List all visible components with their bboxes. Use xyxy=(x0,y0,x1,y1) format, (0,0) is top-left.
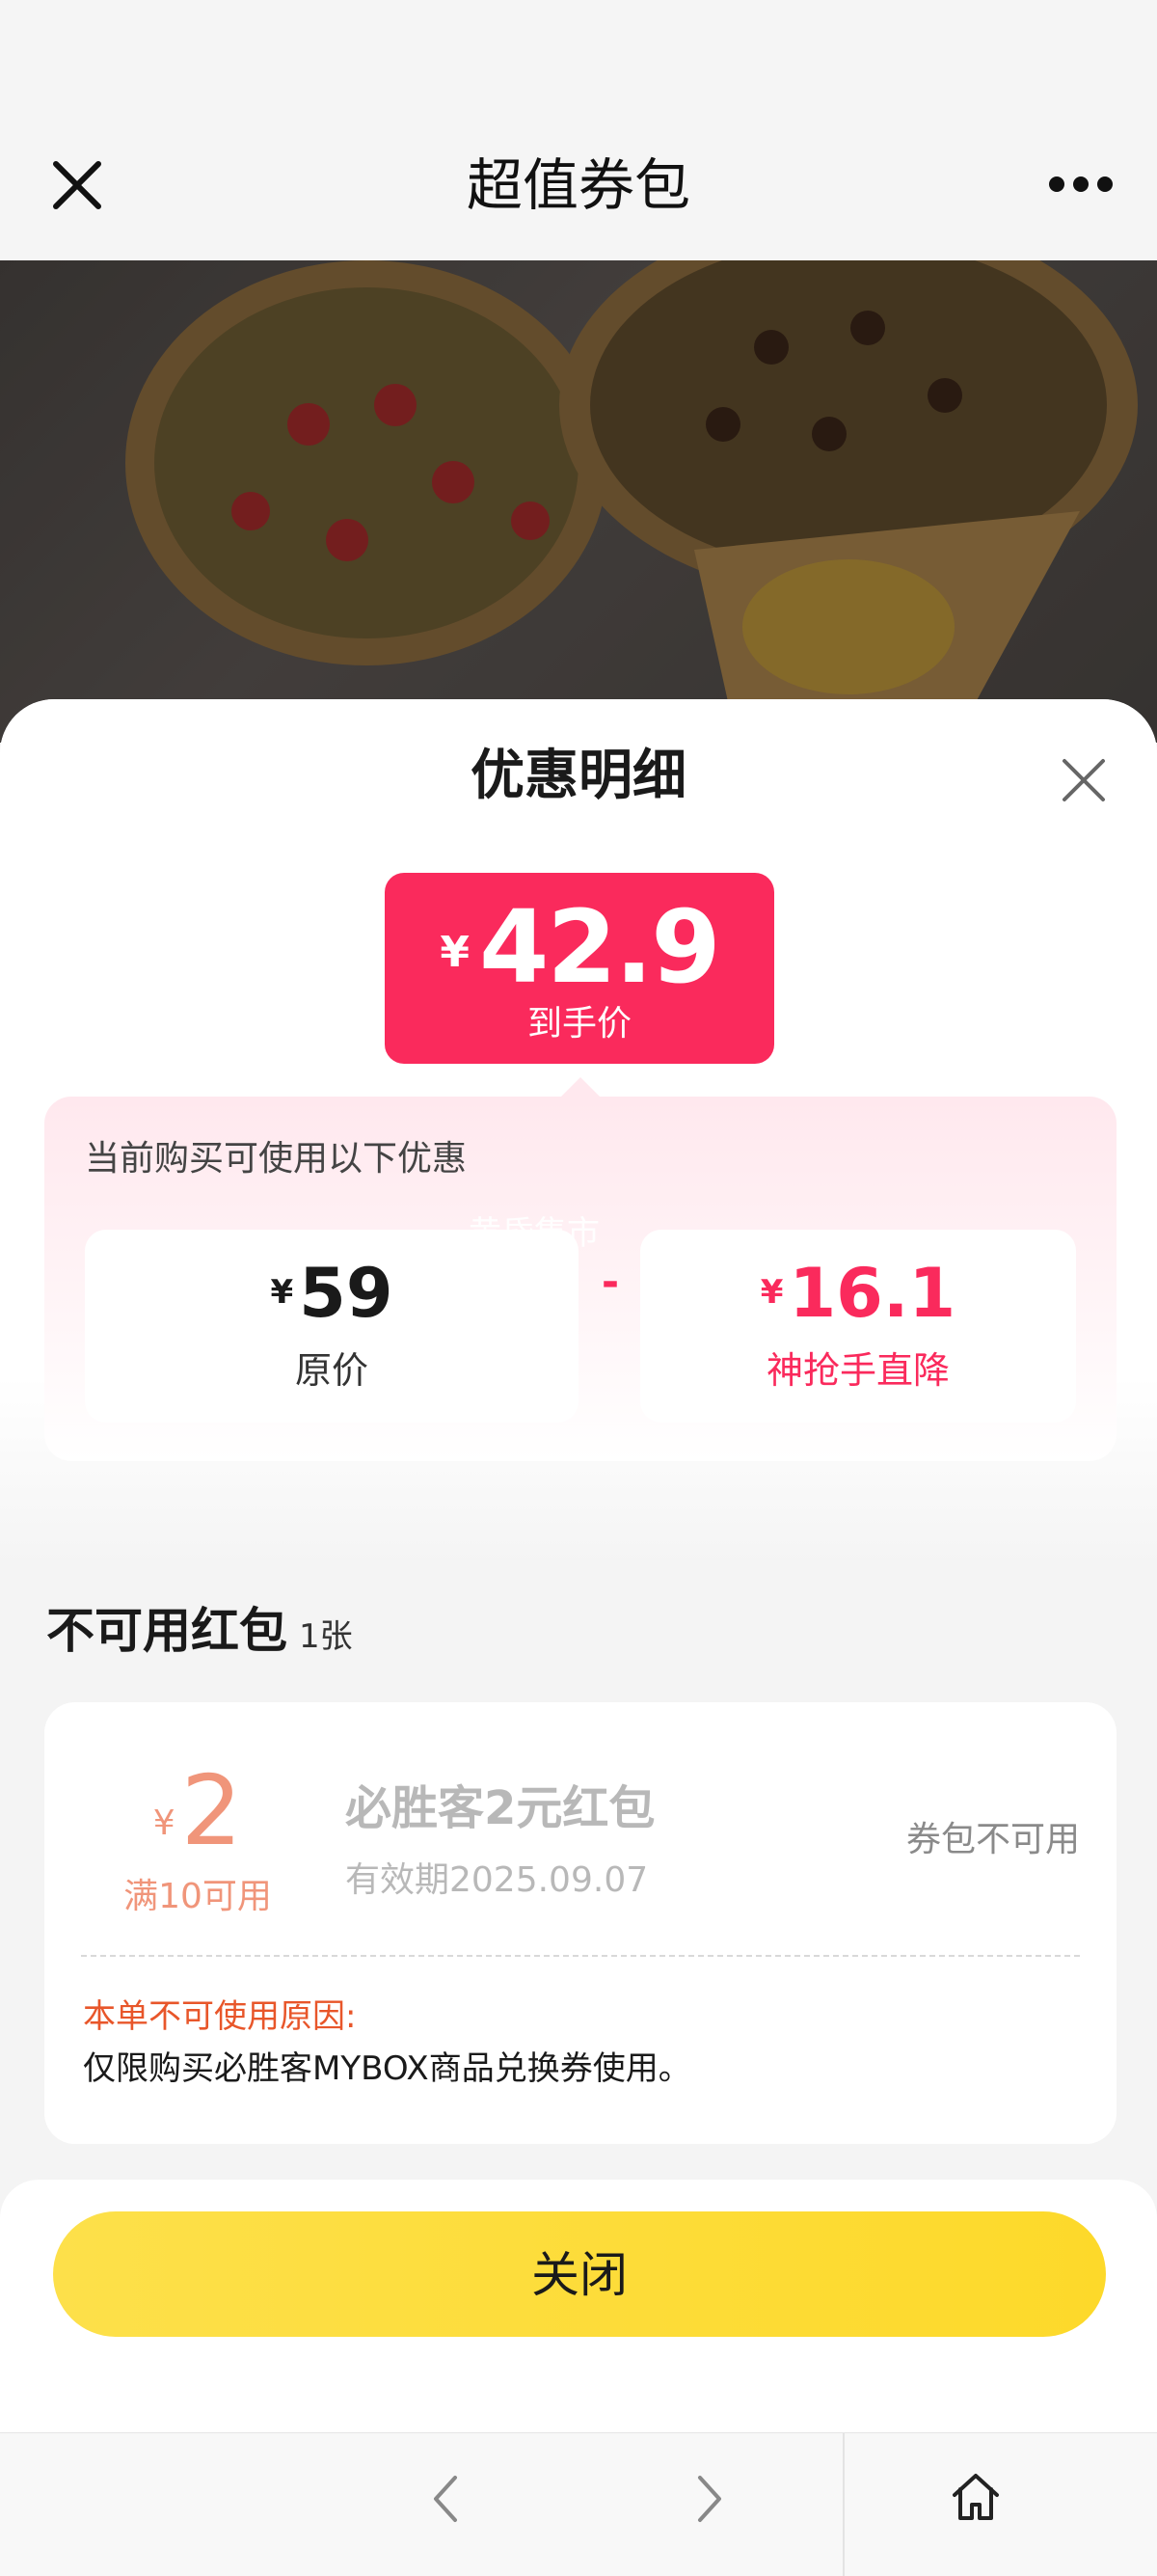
dashed-divider xyxy=(81,1955,1080,1957)
more-icon[interactable] xyxy=(1047,170,1115,199)
final-price-label: 到手价 xyxy=(526,1004,632,1044)
discount-panel: 当前购买可使用以下优惠 黄昏集市 ¥59 原价 - ¥16.1 神抢手直降 xyxy=(44,1097,1117,1461)
reason-text: 仅限购买必胜客MYBOX商品兑换券使用。 xyxy=(83,2049,691,2088)
hero-product-image xyxy=(0,260,1157,743)
original-price-label: 原价 xyxy=(294,1349,368,1392)
currency-symbol: ¥ xyxy=(440,928,470,977)
coupon-amount: ¥2 xyxy=(106,1758,289,1864)
coupon-amount-value: 2 xyxy=(180,1754,243,1867)
original-price-card: ¥59 原价 xyxy=(85,1230,578,1423)
currency-symbol: ¥ xyxy=(152,1803,175,1843)
coupon-card: ¥2 满10可用 必胜客2元红包 有效期2025.09.07 券包不可用 本单不… xyxy=(44,1702,1117,2144)
browser-toolbar xyxy=(0,2432,1157,2576)
discount-heading: 当前购买可使用以下优惠 xyxy=(85,1139,468,1179)
coupon-name: 必胜客2元红包 xyxy=(345,1781,656,1835)
hero-overlay xyxy=(0,260,1157,743)
currency-symbol: ¥ xyxy=(760,1273,784,1312)
coupon-status: 券包不可用 xyxy=(906,1820,1081,1859)
minus-operator: - xyxy=(601,1258,620,1307)
chevron-right-icon[interactable] xyxy=(690,2470,729,2528)
toolbar-divider xyxy=(843,2433,845,2576)
final-price-value: 42.9 xyxy=(479,888,721,1006)
price-pointer xyxy=(561,1077,600,1097)
reason-title: 本单不可使用原因: xyxy=(83,1997,357,2036)
close-button[interactable]: 关闭 xyxy=(53,2211,1106,2337)
unusable-section-title: 不可用红包 1张 xyxy=(46,1596,353,1671)
coupon-expiry: 有效期2025.09.07 xyxy=(345,1860,649,1900)
original-price-value: 59 xyxy=(299,1254,393,1333)
home-icon[interactable] xyxy=(949,2468,1003,2526)
sheet-title: 优惠明细 xyxy=(471,745,686,807)
unusable-title-text: 不可用红包 xyxy=(46,1603,287,1659)
currency-symbol: ¥ xyxy=(270,1273,294,1312)
reduction-card: ¥16.1 神抢手直降 xyxy=(640,1230,1076,1423)
original-price-row: ¥59 xyxy=(85,1253,578,1334)
unusable-count: 1张 xyxy=(299,1617,353,1656)
coupon-threshold: 满10可用 xyxy=(123,1877,272,1916)
top-nav-bar: 超值券包 xyxy=(0,0,1157,260)
reduction-label: 神抢手直降 xyxy=(766,1349,950,1392)
final-price-row: ¥42.9 xyxy=(385,890,774,1004)
close-icon[interactable] xyxy=(1059,755,1109,805)
reduction-value: 16.1 xyxy=(789,1254,956,1333)
chevron-left-icon[interactable] xyxy=(426,2470,465,2528)
final-price-badge: ¥42.9 到手价 xyxy=(385,873,774,1064)
page-title: 超值券包 xyxy=(466,152,690,218)
reduction-row: ¥16.1 xyxy=(640,1253,1076,1334)
